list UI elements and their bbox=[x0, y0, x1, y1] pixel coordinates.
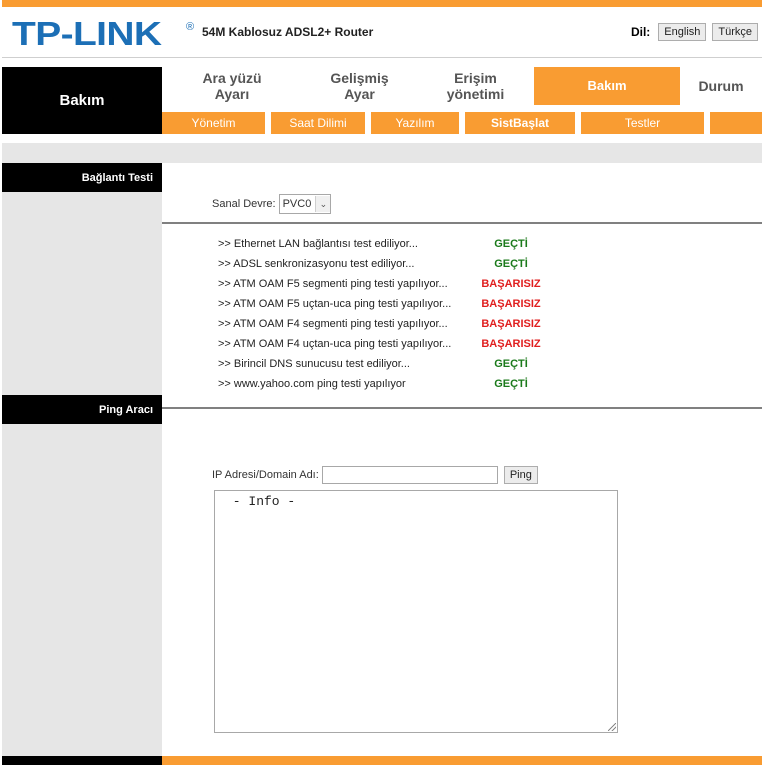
subnav-filler bbox=[710, 112, 762, 134]
ip-label: IP Adresi/Domain Adı: bbox=[212, 469, 319, 481]
ping-row: IP Adresi/Domain Adı: Ping bbox=[212, 466, 538, 484]
resize-handle-icon[interactable] bbox=[608, 723, 616, 731]
tab-label: Erişim bbox=[454, 70, 497, 86]
sub-navigation: Yönetim Saat Dilimi Yazılım SistBaşlat T… bbox=[162, 112, 762, 134]
nav-tabs: Ara yüzü Ayarı Gelişmiş Ayar Erişim yönetim… bbox=[162, 67, 762, 105]
test-label: >> ATM OAM F5 uçtan-uca ping testi yapıl… bbox=[218, 298, 452, 310]
subtab-firmware[interactable]: Yazılım bbox=[371, 112, 465, 134]
tab-label: yönetimi bbox=[446, 86, 505, 102]
ping-button[interactable]: Ping bbox=[503, 466, 538, 484]
connection-test-heading: Bağlantı Testi bbox=[2, 163, 162, 192]
ping-tool-heading: Ping Aracı bbox=[2, 395, 162, 424]
footer-left-bar bbox=[2, 756, 162, 765]
test-row: >> ATM OAM F5 uçtan-uca ping testi yapıl… bbox=[218, 294, 578, 314]
main-navigation: Bakım Ara yüzü Ayarı Gelişmiş Ayar Erişim y… bbox=[2, 67, 762, 134]
english-button[interactable]: English bbox=[658, 23, 707, 41]
test-label: >> ATM OAM F5 segmenti ping testi yapılı… bbox=[218, 278, 448, 290]
test-row: >> Ethernet LAN bağlantısı test ediliyor… bbox=[218, 234, 578, 254]
tp-link-logo: TP-LINK bbox=[12, 15, 162, 52]
turkish-button[interactable]: Türkçe bbox=[712, 23, 758, 41]
test-label: >> www.yahoo.com ping testi yapılıyor bbox=[218, 378, 406, 390]
tab-access-management[interactable]: Erişim yönetimi bbox=[417, 67, 534, 105]
language-label: Dil: bbox=[630, 25, 651, 39]
tab-label: Ayarı bbox=[214, 86, 250, 102]
page: TP-LINK ® 54M Kablosuz ADSL2+ Router Dil… bbox=[2, 0, 762, 765]
divider bbox=[162, 407, 762, 409]
tab-label: Gelişmiş bbox=[330, 70, 389, 86]
language-selector: Dil: English Türkçe bbox=[631, 23, 758, 41]
pvc-select[interactable]: PVC0 ⌄ bbox=[278, 194, 332, 214]
footer-right-bar bbox=[162, 756, 762, 765]
subtab-time-zone[interactable]: Saat Dilimi bbox=[271, 112, 371, 134]
divider bbox=[162, 222, 762, 224]
test-results: >> Ethernet LAN bağlantısı test ediliyor… bbox=[218, 234, 578, 394]
tab-interface-setup[interactable]: Ara yüzü Ayarı bbox=[162, 67, 302, 105]
product-name: 54M Kablosuz ADSL2+ Router bbox=[202, 25, 374, 39]
test-result: BAŞARISIZ bbox=[481, 278, 541, 290]
ping-output-textarea[interactable]: - Info - bbox=[214, 490, 618, 733]
test-label: >> ADSL senkronizasyonu test ediliyor... bbox=[218, 258, 415, 270]
pvc-row: Sanal Devre: PVC0 ⌄ bbox=[212, 194, 332, 214]
test-label: >> ATM OAM F4 segmenti ping testi yapılı… bbox=[218, 318, 448, 330]
test-result: BAŞARISIZ bbox=[481, 298, 541, 310]
tab-label: Ara yüzü bbox=[202, 70, 262, 86]
content-top-bar bbox=[2, 143, 762, 163]
header: TP-LINK ® 54M Kablosuz ADSL2+ Router Dil… bbox=[2, 7, 762, 58]
test-result: GEÇTİ bbox=[494, 358, 528, 370]
tab-advanced-setup[interactable]: Gelişmiş Ayar bbox=[302, 67, 417, 105]
tab-label: Ayar bbox=[344, 86, 375, 102]
test-label: >> Birincil DNS sunucusu test ediliyor..… bbox=[218, 358, 410, 370]
subtab-administration[interactable]: Yönetim bbox=[162, 112, 271, 134]
test-row: >> ATM OAM F4 uçtan-uca ping testi yapıl… bbox=[218, 334, 578, 354]
registered-mark: ® bbox=[186, 21, 195, 33]
info-text: - Info - bbox=[225, 494, 296, 509]
test-row: >> ATM OAM F4 segmenti ping testi yapılı… bbox=[218, 314, 578, 334]
test-row: >> ATM OAM F5 segmenti ping testi yapılı… bbox=[218, 274, 578, 294]
tab-maintenance[interactable]: Bakım bbox=[534, 67, 680, 105]
section-title: Bakım bbox=[2, 67, 162, 134]
left-column bbox=[2, 163, 162, 756]
subtab-system-restart[interactable]: SistBaşlat bbox=[465, 112, 581, 134]
test-result: GEÇTİ bbox=[494, 258, 528, 270]
test-row: >> Birincil DNS sunucusu test ediliyor..… bbox=[218, 354, 578, 374]
test-result: BAŞARISIZ bbox=[481, 338, 541, 350]
test-result: GEÇTİ bbox=[494, 378, 528, 390]
top-accent-bar bbox=[2, 0, 762, 7]
tab-label: Durum bbox=[698, 78, 744, 94]
ip-address-input[interactable] bbox=[321, 466, 498, 484]
subtab-diagnostics[interactable]: Testler bbox=[581, 112, 710, 134]
pvc-select-value: PVC0 bbox=[282, 198, 312, 210]
pvc-label: Sanal Devre: bbox=[212, 198, 276, 210]
test-result: BAŞARISIZ bbox=[481, 318, 541, 330]
tab-status[interactable]: Durum bbox=[680, 67, 762, 105]
tab-label: Bakım bbox=[587, 78, 627, 93]
test-row: >> www.yahoo.com ping testi yapılıyor GE… bbox=[218, 374, 578, 394]
test-label: >> Ethernet LAN bağlantısı test ediliyor… bbox=[218, 238, 418, 250]
test-label: >> ATM OAM F4 uçtan-uca ping testi yapıl… bbox=[218, 338, 452, 350]
test-row: >> ADSL senkronizasyonu test ediliyor...… bbox=[218, 254, 578, 274]
chevron-down-icon: ⌄ bbox=[315, 196, 331, 212]
test-result: GEÇTİ bbox=[494, 238, 528, 250]
